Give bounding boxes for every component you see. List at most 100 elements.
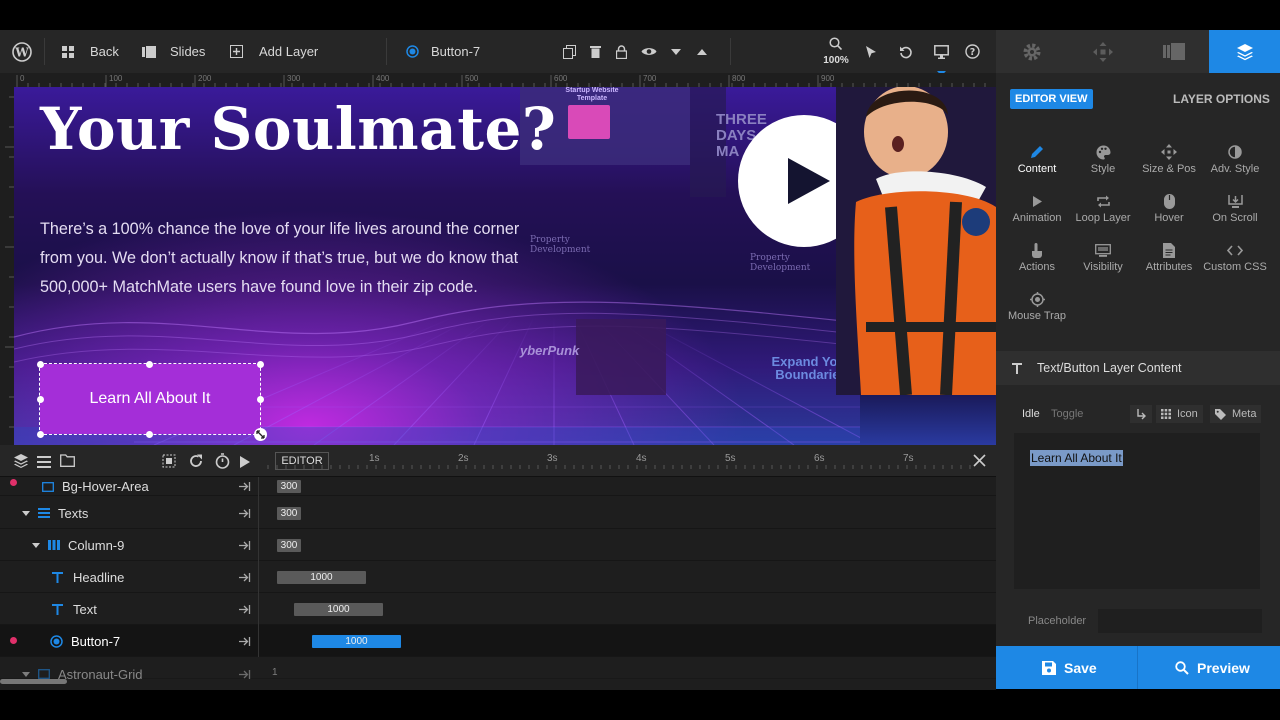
row-label: Texts [58,505,89,521]
toggle-tab[interactable]: Toggle [1051,408,1083,420]
timeline-row[interactable]: Bg-Hover-Area 300 [0,477,996,509]
line-break-icon[interactable] [1130,405,1152,423]
close-icon[interactable] [973,454,986,472]
layer-options-title[interactable]: LAYER OPTIONS [1173,92,1270,106]
slides-button[interactable]: Slides [142,30,205,73]
ruler-tick-label: 600 [554,74,568,83]
help-icon[interactable]: ? [965,30,980,73]
wordpress-icon[interactable]: W [12,30,32,73]
expand-arrow-icon[interactable] [238,506,251,524]
editor-view-badge[interactable]: EDITOR VIEW [1010,89,1093,109]
option-on-scroll[interactable]: On Scroll [1202,190,1268,224]
icon-button[interactable]: Icon [1156,405,1203,423]
option-animation[interactable]: Animation [1004,190,1070,224]
timeline-row[interactable]: Headline 1000 [0,561,996,593]
tab-layers[interactable] [1209,30,1280,73]
section-header[interactable]: Text/Button Layer Content [996,351,1280,385]
icon-label: Icon [1177,408,1198,420]
chevron-up-icon[interactable] [697,30,707,73]
add-layer-button[interactable]: Add Layer [230,30,318,73]
duration-bar[interactable]: 1000 [277,571,366,584]
expand-arrow-icon[interactable] [238,602,251,620]
horizontal-ruler: 0 100 200 300 400 500 600 700 800 900 [0,73,996,87]
duplicate-icon[interactable] [563,30,576,73]
timeline-second-label: 3s [547,453,558,464]
option-attributes[interactable]: Attributes [1136,239,1202,273]
duration-bar[interactable]: 1000 [294,603,383,616]
tag-icon [1215,408,1226,420]
duration-bar[interactable]: 1000 [312,635,401,648]
option-content[interactable]: Content [1004,141,1070,175]
resize-handle-bl[interactable] [37,431,44,438]
duration-bar[interactable]: 300 [277,480,301,493]
move-icon [1136,141,1202,163]
tab-settings[interactable] [996,30,1067,73]
learn-more-button[interactable]: Learn All About It [39,363,261,435]
expand-arrow-icon[interactable] [238,570,251,588]
duration-bar[interactable]: 300 [277,539,301,552]
timeline-row[interactable]: Astronaut-Grid 1 [0,657,996,682]
option-size-pos[interactable]: Size & Pos [1136,141,1202,175]
option-label: Mouse Trap [1007,310,1067,322]
meta-button[interactable]: Meta [1210,405,1262,423]
layers-stack-icon[interactable] [14,454,28,473]
option-loop-layer[interactable]: Loop Layer [1070,190,1136,224]
preview-button[interactable]: Preview [1175,646,1250,689]
duration-bar[interactable]: 300 [277,507,301,520]
resize-handle-tr[interactable] [257,361,264,368]
tab-navigation[interactable] [1067,30,1138,73]
chevron-down-icon[interactable] [671,30,681,73]
resize-handle-t[interactable] [146,361,153,368]
slides-icon [142,45,156,58]
trash-icon[interactable] [590,30,601,73]
content-textarea[interactable]: Learn All About It [1014,433,1260,589]
back-button[interactable]: Back [62,30,119,73]
search-icon [1175,660,1189,675]
resize-handle-l[interactable] [37,396,44,403]
thumb-text-0: Startup Website Template [565,87,619,102]
code-icon [1202,239,1268,261]
refresh-icon[interactable] [189,454,203,473]
resize-handle-r[interactable] [257,396,264,403]
expand-arrow-icon[interactable] [238,479,251,497]
lock-icon[interactable] [616,30,627,73]
select-area-icon[interactable] [162,454,176,473]
option-custom-css[interactable]: Custom CSS [1202,239,1268,273]
svg-text:?: ? [970,47,976,58]
thumb-text-3: Property Development [750,253,811,273]
timeline-row-selected[interactable]: Button-7 1000 [0,625,996,657]
option-actions[interactable]: Actions [1004,239,1070,273]
expand-arrow-icon[interactable] [238,634,251,652]
resize-corner-icon[interactable] [254,428,267,441]
resize-handle-tl[interactable] [37,361,44,368]
option-adv-style[interactable]: Adv. Style [1202,141,1268,175]
slide-canvas[interactable]: Startup Website Template THREE DAYS MA P… [14,87,996,445]
undo-icon[interactable] [899,30,913,73]
timeline-row[interactable]: Text 1000 [0,593,996,625]
stopwatch-icon[interactable] [215,453,230,474]
expand-arrow-icon[interactable] [238,667,251,685]
option-style[interactable]: Style [1070,141,1136,175]
text-layer[interactable]: There’s a 100% chance the love of your l… [40,215,530,302]
contrast-icon [1202,141,1268,163]
eye-icon[interactable] [641,30,657,73]
folder-icon[interactable] [60,454,75,472]
tab-slide-background[interactable] [1138,30,1209,73]
horizontal-scrollbar[interactable] [0,679,67,684]
timeline-row[interactable]: Column-9 300 [0,529,996,561]
expand-arrow-icon[interactable] [238,538,251,556]
play-timeline-icon[interactable] [240,455,250,473]
option-hover[interactable]: Hover [1136,190,1202,224]
list-icon[interactable] [37,455,51,473]
option-mouse-trap[interactable]: Mouse Trap [1004,288,1070,322]
zoom-level[interactable]: 100% [822,55,850,66]
timeline-row[interactable]: Texts 300 [0,497,996,529]
placeholder-input[interactable] [1098,609,1262,633]
headline-layer[interactable]: Your Soulmate? [40,95,556,163]
save-button[interactable]: Save [1042,646,1097,689]
idle-tab[interactable]: Idle [1022,408,1040,420]
option-visibility[interactable]: Visibility [1070,239,1136,273]
current-layer-selector[interactable]: Button-7 [406,30,480,73]
pointer-icon[interactable] [865,30,877,73]
resize-handle-b[interactable] [146,431,153,438]
